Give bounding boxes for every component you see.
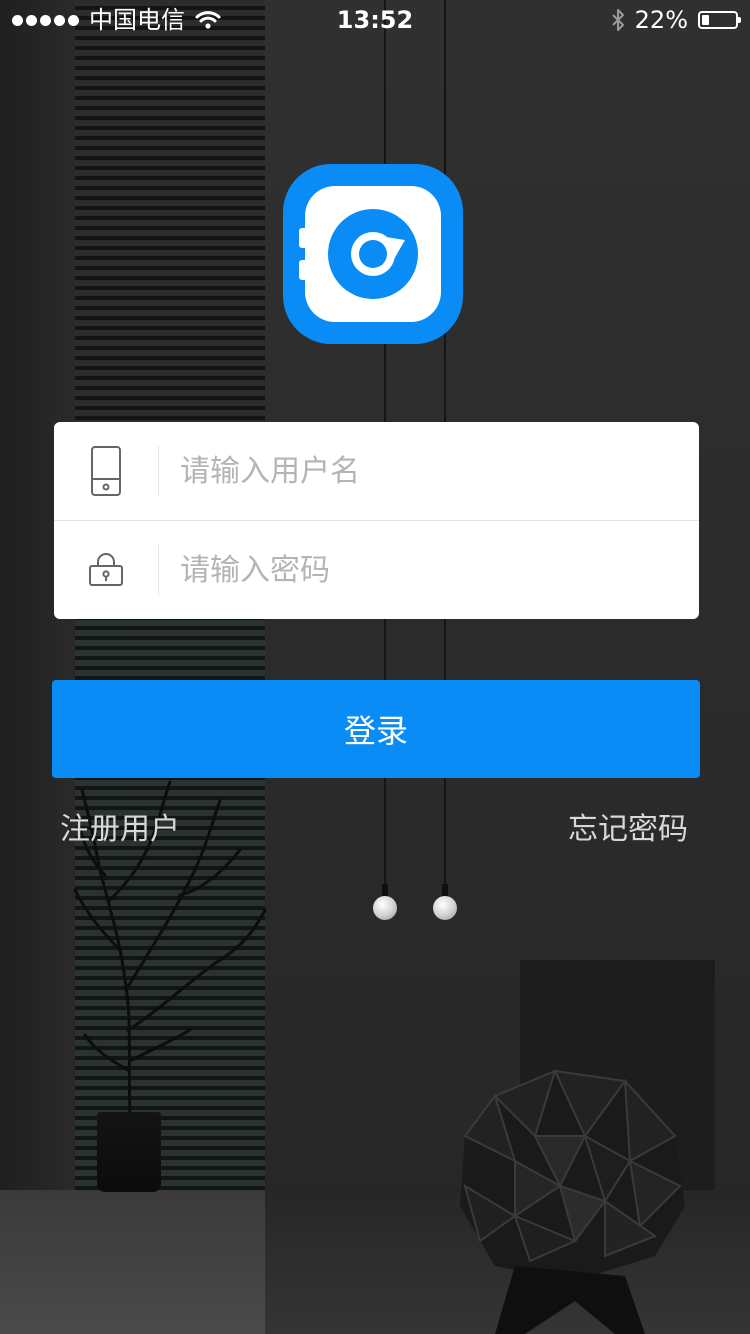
chair-decoration [460, 1069, 685, 1334]
bluetooth-icon [611, 9, 624, 31]
plant-pot [97, 1112, 161, 1192]
field-separator [158, 446, 159, 496]
password-input[interactable] [180, 540, 699, 600]
status-right: 22% [611, 6, 741, 34]
forgot-password-link[interactable]: 忘记密码 [568, 808, 688, 852]
bulb-left [373, 896, 397, 920]
field-separator [158, 545, 159, 595]
login-form [54, 422, 699, 619]
lock-icon [54, 521, 158, 619]
password-row [54, 521, 699, 619]
status-bar: 中国电信 13:52 22% [0, 0, 750, 40]
username-input[interactable] [180, 441, 699, 501]
battery-level [702, 15, 709, 25]
login-screen: 中国电信 13:52 22% 请输入用户名 登录 注册用户 忘记密码 [0, 0, 750, 1334]
username-row [54, 422, 699, 521]
register-link[interactable]: 注册用户 [60, 808, 180, 852]
app-logo-icon [283, 164, 463, 344]
background-left-panel [0, 0, 75, 1334]
phone-icon [54, 422, 158, 520]
battery-percent: 22% [634, 6, 688, 34]
bulb-right [433, 896, 457, 920]
login-button[interactable]: 登录 [52, 680, 700, 778]
battery-icon [698, 11, 741, 29]
